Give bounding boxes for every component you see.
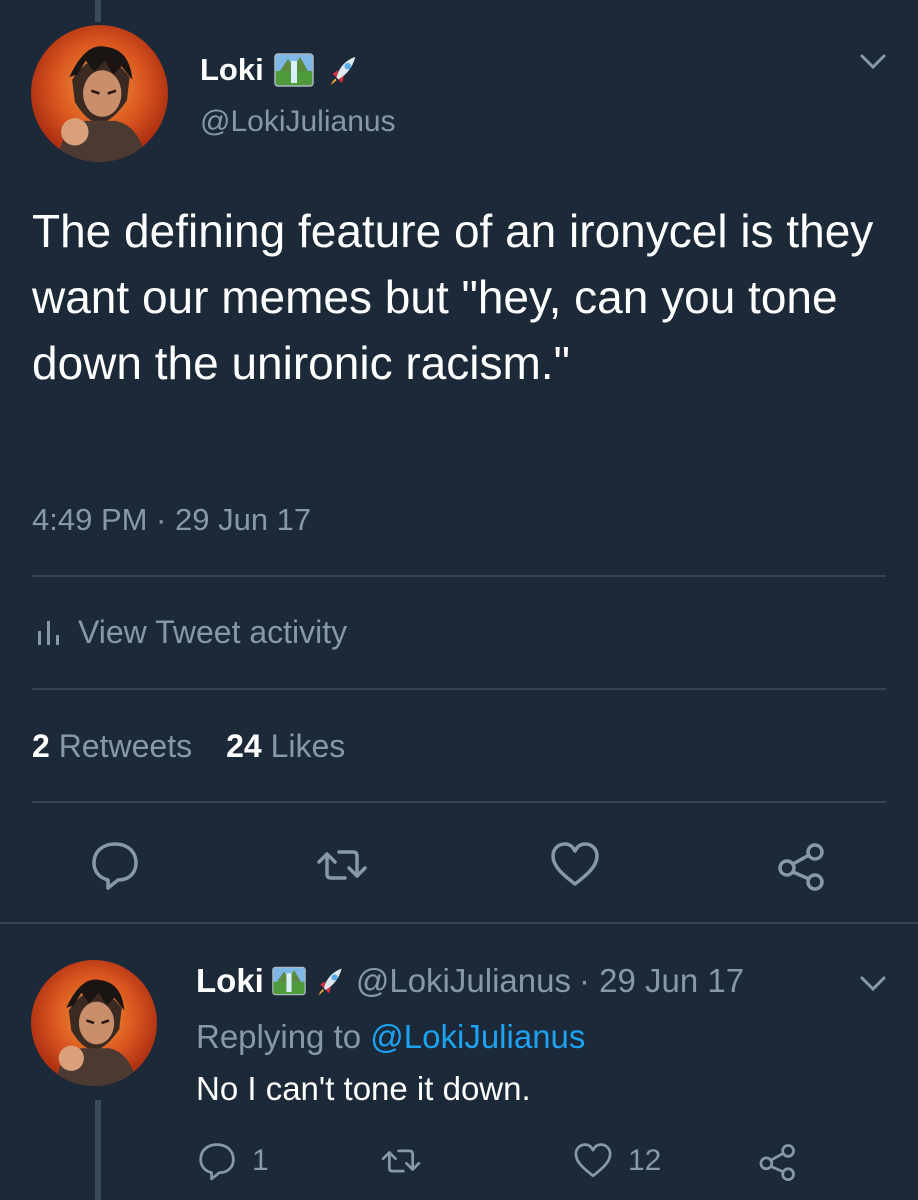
reply-text: No I can't tone it down. xyxy=(196,1070,531,1107)
author-name-row[interactable]: Loki xyxy=(200,52,364,88)
reply-share-button[interactable] xyxy=(757,1140,799,1182)
tweet-timestamp: 4:49 PM · 29 Jun 17 xyxy=(32,502,312,537)
reply-author-handle[interactable]: @LokiJulianus xyxy=(356,960,571,1002)
divider xyxy=(32,801,886,803)
avatar[interactable] xyxy=(31,25,168,162)
tweet-separator xyxy=(0,922,918,924)
reply-header: Loki @LokiJulianus · 29 Jun 17 xyxy=(196,960,744,1002)
heart-icon xyxy=(574,1143,612,1178)
like-count: 12 xyxy=(628,1144,662,1177)
thread-connector-line xyxy=(95,0,101,22)
retweet-icon xyxy=(381,1149,421,1173)
likes-stat[interactable]: 24 Likes xyxy=(226,726,345,766)
waterfall-emoji-icon xyxy=(273,53,314,87)
chevron-down-icon[interactable] xyxy=(858,50,888,74)
reply-date: · 29 Jun 17 xyxy=(578,962,745,999)
reply-icon xyxy=(199,1143,235,1181)
reply-avatar[interactable] xyxy=(31,960,157,1086)
divider xyxy=(32,575,886,577)
tweet-text: The defining feature of an ironycel is t… xyxy=(32,205,874,389)
bar-chart-icon xyxy=(38,621,59,645)
replying-to-mention[interactable]: @LokiJulianus xyxy=(370,1018,585,1055)
rocket-emoji-icon xyxy=(317,968,342,996)
rocket-emoji-icon xyxy=(329,56,356,86)
tweet-stats: 2 Retweets 24 Likes xyxy=(32,726,345,766)
retweet-icon[interactable] xyxy=(315,838,369,892)
author-handle[interactable]: @LokiJulianus xyxy=(200,104,396,140)
share-icon[interactable] xyxy=(775,838,829,892)
retweets-stat[interactable]: 2 Retweets xyxy=(32,726,192,766)
author-name[interactable]: Loki xyxy=(200,52,264,88)
thread-connector-line xyxy=(95,1100,101,1200)
share-icon xyxy=(759,1144,795,1182)
retweets-count: 2 xyxy=(32,728,50,764)
heart-icon[interactable] xyxy=(548,838,602,892)
avatar-illustration xyxy=(56,979,137,1086)
retweets-label: Retweets xyxy=(58,728,193,764)
replying-to-line: Replying to @LokiJulianus xyxy=(196,1016,585,1058)
reply-reply-button[interactable]: 1 xyxy=(196,1140,269,1182)
replying-prefix: Replying to xyxy=(196,1018,362,1055)
avatar-illustration xyxy=(58,46,147,162)
view-tweet-activity-link[interactable]: View Tweet activity xyxy=(36,612,347,652)
divider xyxy=(32,688,886,690)
likes-label: Likes xyxy=(270,728,346,764)
likes-count: 24 xyxy=(226,728,262,764)
reply-retweet-button[interactable] xyxy=(380,1140,422,1182)
reply-icon[interactable] xyxy=(88,838,142,892)
reply-author-name[interactable]: Loki xyxy=(196,960,264,1002)
reply-count: 1 xyxy=(252,1144,269,1177)
activity-label: View Tweet activity xyxy=(78,614,348,650)
chevron-down-icon[interactable] xyxy=(858,972,888,996)
reply-like-button[interactable]: 12 xyxy=(572,1140,661,1182)
waterfall-emoji-icon xyxy=(272,966,306,996)
tweet-thread-screen: Loki @LokiJulianus The defining feature … xyxy=(0,0,918,1200)
